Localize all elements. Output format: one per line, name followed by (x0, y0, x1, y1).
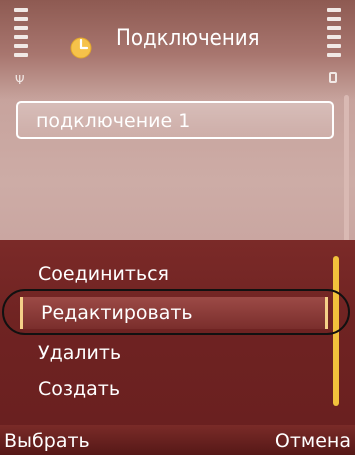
menu-item-edit[interactable]: Редактировать (20, 297, 328, 329)
battery-bar (327, 44, 341, 48)
status-bar: Ψ Подключения (0, 0, 355, 90)
clock-icon (70, 37, 92, 59)
menu-scrollbar-thumb[interactable] (333, 256, 339, 406)
list-item-connection-1[interactable]: подключение 1 (16, 101, 334, 139)
page-title: Подключения (116, 26, 260, 51)
signal-bar (14, 8, 28, 12)
battery-bar (327, 17, 341, 21)
options-menu: Соединиться Редактировать Удалить Создат… (0, 240, 355, 425)
battery-level-indicator (323, 8, 345, 83)
list-scrollbar[interactable] (344, 95, 349, 255)
battery-icon (329, 72, 337, 83)
signal-strength-indicator: Ψ (10, 8, 32, 86)
cancel-softkey[interactable]: Отмена (275, 428, 351, 454)
menu-item-create[interactable]: Создать (38, 373, 120, 405)
signal-bar (14, 53, 28, 57)
menu-item-connect[interactable]: Соединиться (38, 258, 169, 290)
signal-bar (14, 35, 28, 39)
softkey-bar: Выбрать Отмена (0, 425, 355, 455)
antenna-icon: Ψ (15, 73, 25, 87)
battery-bar (327, 53, 341, 57)
signal-bar (14, 26, 28, 30)
signal-bar (14, 44, 28, 48)
battery-bar (327, 8, 341, 12)
connections-list: подключение 1 (0, 95, 355, 245)
signal-bar (14, 17, 28, 21)
menu-scrollbar[interactable] (333, 256, 339, 406)
menu-item-delete[interactable]: Удалить (38, 337, 121, 369)
list-item-label: подключение 1 (36, 110, 191, 132)
phone-screen: Ψ Подключения подключение 1 Соединиться … (0, 0, 355, 455)
battery-bar (327, 35, 341, 39)
select-softkey[interactable]: Выбрать (4, 428, 90, 454)
battery-bar (327, 26, 341, 30)
